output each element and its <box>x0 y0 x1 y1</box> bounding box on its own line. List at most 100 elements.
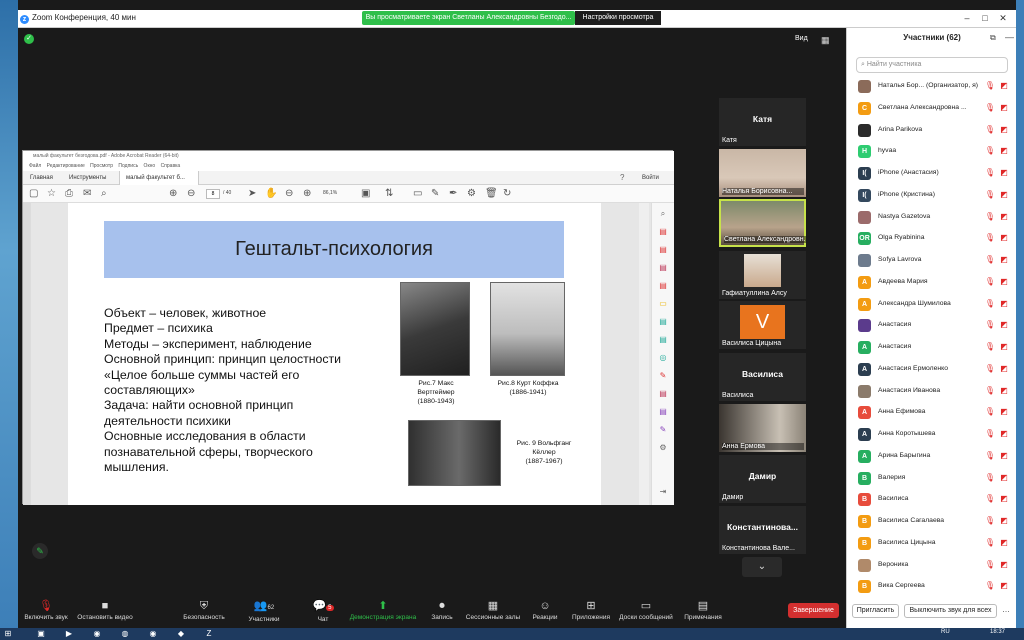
combine-icon[interactable]: ▤ <box>658 281 668 291</box>
participant-row[interactable]: В Вика Сергеева 🎙 ◩ <box>847 576 1017 597</box>
mic-off-icon[interactable]: 🎙 <box>983 494 997 503</box>
video-off-icon[interactable]: ◩ <box>997 451 1011 460</box>
video-tile[interactable]: Константинова... Константинова Вале... <box>719 506 806 554</box>
mic-off-icon[interactable]: 🎙 <box>983 407 997 416</box>
language-indicator[interactable]: RU <box>941 629 950 635</box>
stamp-icon[interactable]: ⚙ <box>467 188 476 200</box>
rotate-icon[interactable]: ↻ <box>503 188 511 200</box>
mic-off-icon[interactable]: 🎙 <box>983 473 997 482</box>
app-icon[interactable]: ◆ <box>176 629 186 639</box>
chat-button[interactable]: 💬 5 Чат <box>308 600 338 626</box>
participant-search-input[interactable]: ⌕ Найти участника <box>856 57 1008 73</box>
video-tile-active-speaker[interactable]: Светлана Александровн... <box>719 199 806 247</box>
mic-off-icon[interactable]: 🎙 <box>983 190 997 199</box>
record-button[interactable]: ⏺ Запись <box>428 600 456 626</box>
video-off-icon[interactable]: ◩ <box>997 212 1011 221</box>
video-off-icon[interactable]: ◩ <box>997 429 1011 438</box>
participants-button[interactable]: 👥62 Участники <box>242 600 286 626</box>
video-off-icon[interactable]: ◩ <box>997 103 1011 112</box>
mute-all-button[interactable]: Выключить звук для всех <box>904 604 997 618</box>
participant-row[interactable]: Наталья Бор... (Организатор, я) 🎙 ◩ <box>847 76 1017 97</box>
maximize-icon[interactable]: □ <box>978 11 992 25</box>
comment-icon[interactable]: ▭ <box>413 188 422 200</box>
zoom-task-icon[interactable]: Z <box>204 629 214 639</box>
participant-row[interactable]: I(iPhone (Анастасия) 🎙 ◩ <box>847 163 1017 184</box>
mic-off-icon[interactable]: 🎙 <box>983 451 997 460</box>
mic-off-icon[interactable]: 🎙 <box>983 581 997 590</box>
create-icon[interactable]: ▢ <box>29 188 38 200</box>
video-off-icon[interactable]: ◩ <box>997 407 1011 416</box>
highlight-icon[interactable]: ✎ <box>431 188 439 200</box>
participant-row[interactable]: OR Olga Ryabinina 🎙 ◩ <box>847 228 1017 249</box>
zoom-out-icon[interactable]: ⊖ <box>285 188 293 200</box>
video-tile[interactable]: Анна Ермова <box>719 404 806 452</box>
app-icon[interactable]: ◉ <box>92 629 102 639</box>
participant-row[interactable]: А Александра Шумилова 🎙 ◩ <box>847 294 1017 315</box>
select-cursor-icon[interactable]: ➤ <box>248 188 256 200</box>
video-off-icon[interactable]: ◩ <box>997 560 1011 569</box>
stop-video-button[interactable]: ■ Остановить видео <box>74 600 136 626</box>
video-tile[interactable]: Василиса Василиса <box>719 353 806 401</box>
mic-off-icon[interactable]: 🎙 <box>983 429 997 438</box>
minimize-icon[interactable]: – <box>960 11 974 25</box>
fill-sign-icon[interactable]: ▤ <box>658 389 668 399</box>
video-off-icon[interactable]: ◩ <box>997 581 1011 590</box>
left-panel-toggle[interactable] <box>23 203 31 505</box>
browser-icon[interactable]: ◍ <box>120 629 130 639</box>
video-tile[interactable]: Дамир Дамир <box>719 455 806 503</box>
mail-icon[interactable]: ✉ <box>83 188 91 200</box>
sign-icon[interactable]: ✒ <box>449 188 457 200</box>
video-off-icon[interactable]: ◩ <box>997 168 1011 177</box>
security-button[interactable]: ⛨ Безопасность <box>180 600 228 626</box>
encryption-shield-icon[interactable]: ✓ <box>24 34 34 44</box>
video-off-icon[interactable]: ◩ <box>997 299 1011 308</box>
participant-row[interactable]: Arina Parikova 🎙 ◩ <box>847 120 1017 141</box>
video-off-icon[interactable]: ◩ <box>997 473 1011 482</box>
send-icon[interactable]: ▤ <box>658 407 668 417</box>
annotate-pen-icon[interactable]: ✎ <box>32 543 48 559</box>
scan-icon[interactable]: ◎ <box>658 353 668 363</box>
edit-pdf-icon[interactable]: ▤ <box>658 263 668 273</box>
video-tile[interactable]: Наталья Борисовна... <box>719 149 806 197</box>
unmute-button[interactable]: 🎙 Включить звук <box>22 600 70 626</box>
delete-icon[interactable]: 🗑 <box>485 188 498 200</box>
mic-off-icon[interactable]: 🎙 <box>983 516 997 525</box>
notes-button[interactable]: ▤ Примечания <box>680 600 726 626</box>
video-off-icon[interactable]: ◩ <box>997 494 1011 503</box>
page-down-icon[interactable]: ⊖ <box>187 188 195 200</box>
tab-document[interactable]: малый факультет б... <box>119 171 199 185</box>
mic-off-icon[interactable]: 🎙 <box>983 277 997 286</box>
vertical-scrollbar[interactable] <box>639 203 649 505</box>
zoom-icon[interactable]: ⌕ <box>658 209 668 219</box>
participant-row[interactable]: А Анна Ефимова 🎙 ◩ <box>847 402 1017 423</box>
chevron-down-icon[interactable]: ⌄ <box>742 557 782 577</box>
star-icon[interactable]: ☆ <box>47 188 56 200</box>
zoom-in-icon[interactable]: ⊕ <box>303 188 311 200</box>
pen-tool-icon[interactable]: ✎ <box>658 425 668 435</box>
video-off-icon[interactable]: ◩ <box>997 81 1011 90</box>
organize-icon[interactable]: ▤ <box>658 317 668 327</box>
help-icon[interactable]: ? <box>620 171 624 185</box>
video-off-icon[interactable]: ◩ <box>997 320 1011 329</box>
participant-row[interactable]: А Арина Барыгина 🎙 ◩ <box>847 446 1017 467</box>
video-off-icon[interactable]: ◩ <box>997 386 1011 395</box>
scroll-mode-icon[interactable]: ⇅ <box>385 188 393 200</box>
video-off-icon[interactable]: ◩ <box>997 233 1011 242</box>
compress-icon[interactable]: ▤ <box>658 335 668 345</box>
page-fit-icon[interactable]: ▣ <box>361 188 370 200</box>
participant-row[interactable]: В Василиса Сагалаева 🎙 ◩ <box>847 511 1017 532</box>
mic-off-icon[interactable]: 🎙 <box>983 125 997 134</box>
breakout-rooms-button[interactable]: ▦ Сессионные залы <box>464 600 522 626</box>
video-off-icon[interactable]: ◩ <box>997 125 1011 134</box>
video-tile[interactable]: Гафиатуллина Алсу <box>719 251 806 299</box>
create-pdf-icon[interactable]: ▤ <box>658 245 668 255</box>
login-button[interactable]: Войти <box>642 171 659 185</box>
export-pdf-icon[interactable]: ▤ <box>658 227 668 237</box>
participant-row[interactable]: А Анастасия Ермоленко 🎙 ◩ <box>847 359 1017 380</box>
participant-row[interactable]: С Светлана Александровна ... 🎙 ◩ <box>847 98 1017 119</box>
share-screen-button[interactable]: ⬆ Демонстрация экрана <box>348 600 418 626</box>
mic-off-icon[interactable]: 🎙 <box>983 103 997 112</box>
participant-row[interactable]: I(iPhone (Кристина) 🎙 ◩ <box>847 185 1017 206</box>
mic-off-icon[interactable]: 🎙 <box>983 255 997 264</box>
participant-row[interactable]: Hhyvaa 🎙 ◩ <box>847 141 1017 162</box>
